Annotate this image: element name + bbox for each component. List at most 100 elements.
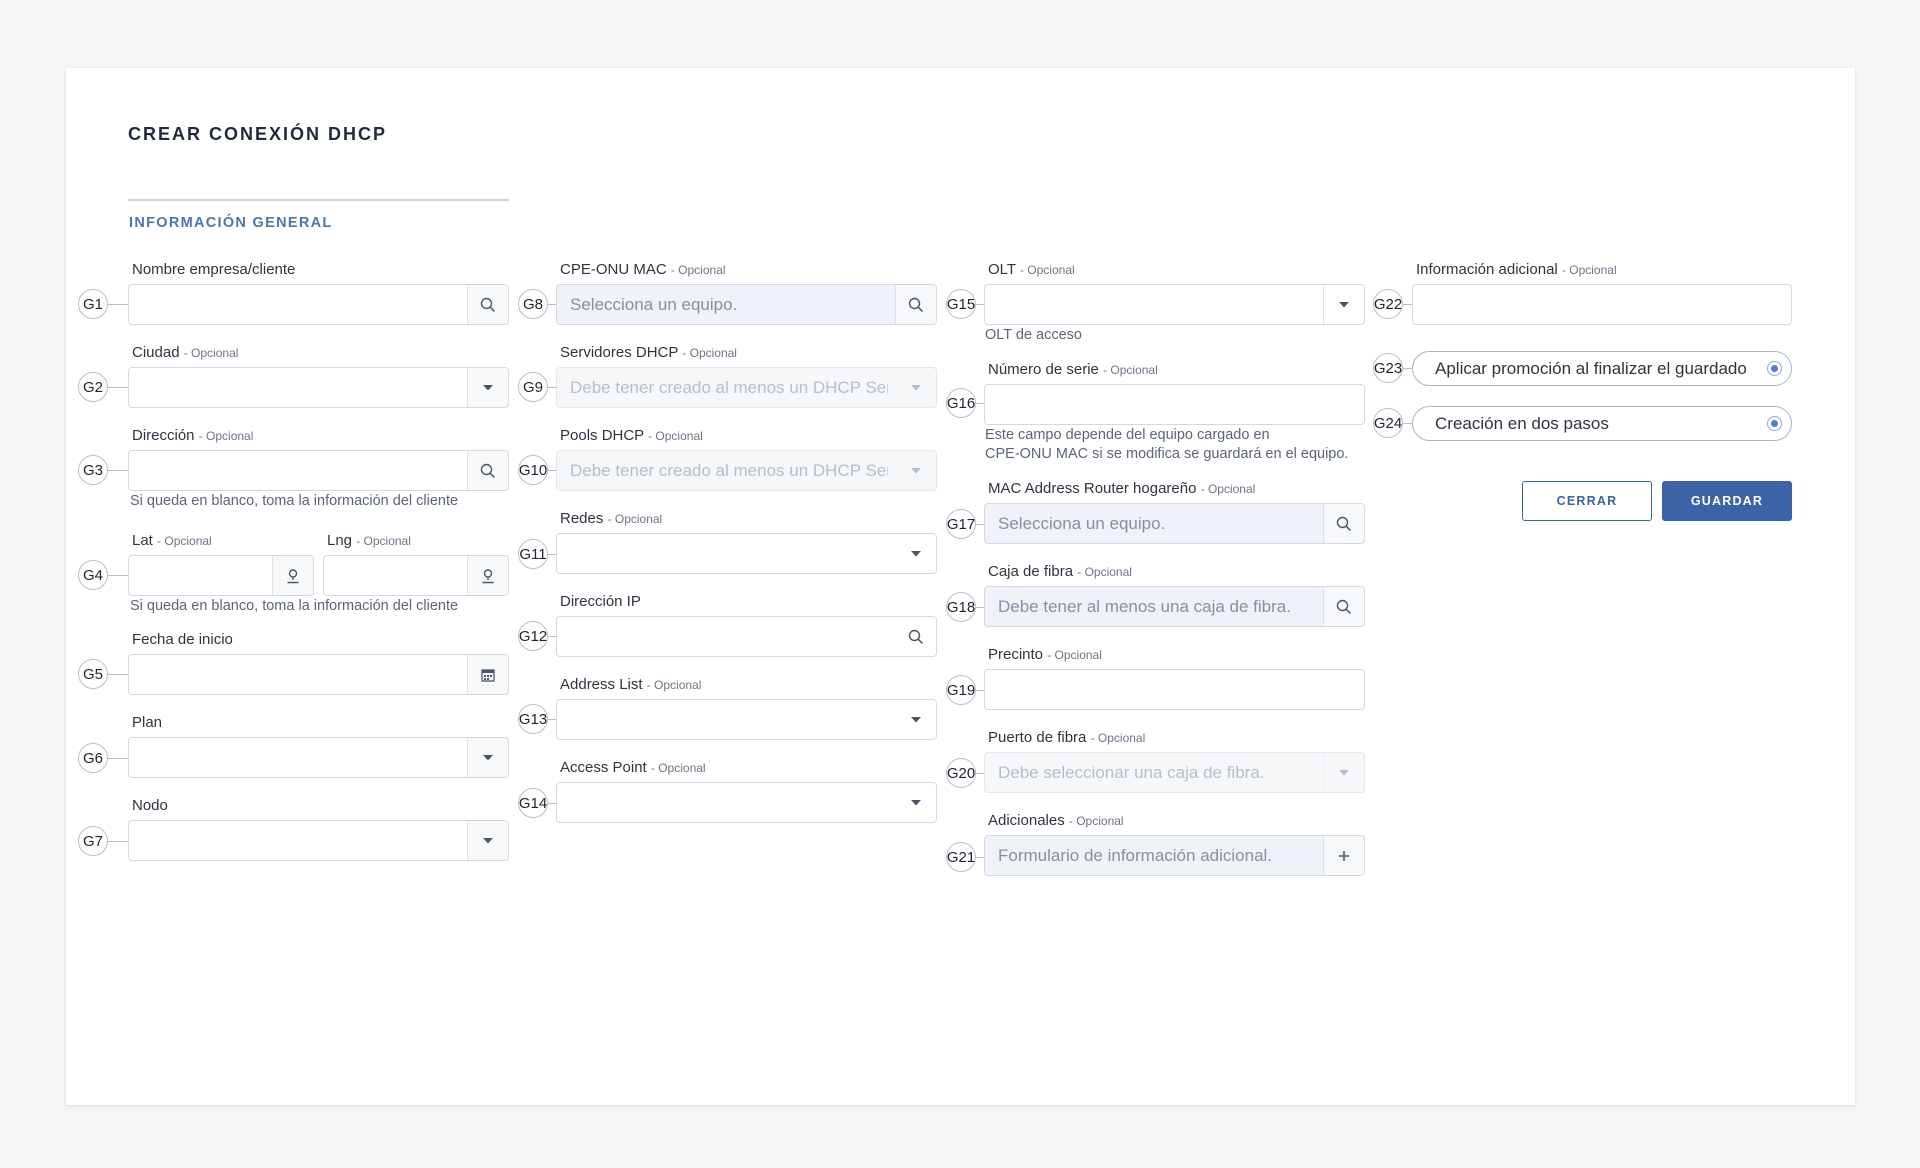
connector <box>976 857 984 858</box>
chevron-down-icon[interactable] <box>896 783 936 822</box>
chevron-down-icon[interactable] <box>896 534 936 573</box>
fiber-port-select[interactable]: Debe seleccionar una caja de fibra. <box>984 752 1365 793</box>
option-label: Creación en dos pasos <box>1435 413 1609 433</box>
g17-badge: G17 <box>946 509 976 539</box>
lng-field: Lng - Opcional Si queda en blanco, toma … <box>130 532 509 614</box>
g16-badge: G16 <box>946 388 976 418</box>
chevron-down-icon[interactable] <box>467 368 508 407</box>
chevron-down-icon[interactable] <box>467 821 508 860</box>
olt-select[interactable] <box>984 284 1365 325</box>
connector <box>548 719 556 720</box>
additional-info-field: Información adicional - Opcional <box>1412 261 1792 325</box>
dhcp-servers-field: Servidores DHCP - Opcional Debe tener cr… <box>556 344 937 408</box>
save-button[interactable]: GUARDAR <box>1662 481 1792 521</box>
search-icon[interactable] <box>1323 504 1364 543</box>
router-mac-input[interactable]: Selecciona un equipo. <box>984 503 1365 544</box>
placeholder: Debe seleccionar una caja de fibra. <box>998 762 1265 782</box>
additionals-field: Adicionales - Opcional Formulario de inf… <box>984 812 1365 876</box>
start-date-input[interactable] <box>128 654 509 695</box>
connector <box>548 636 556 637</box>
seal-input[interactable] <box>984 669 1365 710</box>
connector <box>108 841 128 842</box>
additional-info-input[interactable] <box>1412 284 1792 325</box>
placeholder: Debe tener al menos una caja de fibra. <box>998 596 1291 616</box>
serial-number-input[interactable] <box>984 384 1365 425</box>
two-step-creation-option[interactable]: Creación en dos pasos <box>1412 406 1792 441</box>
connector <box>976 304 984 305</box>
close-button[interactable]: CERRAR <box>1522 481 1652 521</box>
search-icon[interactable] <box>467 285 508 324</box>
address-input[interactable] <box>128 450 509 491</box>
connector <box>548 470 556 471</box>
field-label: Ciudad - Opcional <box>132 344 239 361</box>
lat-field: Lat - Opcional <box>128 532 314 596</box>
connector <box>976 690 984 691</box>
plus-icon[interactable] <box>1323 836 1364 875</box>
connector <box>976 403 984 404</box>
cpe-onu-mac-input[interactable]: Selecciona un equipo. <box>556 284 937 325</box>
node-select[interactable] <box>128 820 509 861</box>
g8-badge: G8 <box>518 289 548 319</box>
placeholder: Debe tener creado al menos un DHCP Serve… <box>570 460 888 480</box>
g14-badge: G14 <box>518 788 548 818</box>
client-name-field: Nombre empresa/cliente <box>128 261 509 325</box>
connector <box>108 387 128 388</box>
radio-selected-icon[interactable] <box>1767 361 1782 376</box>
networks-select[interactable] <box>556 533 937 574</box>
field-label: Adicionales - Opcional <box>988 812 1124 829</box>
apply-promotion-option[interactable]: Aplicar promoción al finalizar el guarda… <box>1412 351 1792 386</box>
chevron-down-icon[interactable] <box>1323 753 1364 792</box>
chevron-down-icon[interactable] <box>467 738 508 777</box>
client-name-input[interactable] <box>128 284 509 325</box>
plan-field: Plan <box>128 714 509 778</box>
map-pin-icon[interactable] <box>467 556 508 595</box>
address-field: Dirección - Opcional Si queda en blanco,… <box>128 427 509 509</box>
g5-badge: G5 <box>78 659 108 689</box>
seal-field: Precinto - Opcional <box>984 646 1365 710</box>
calendar-icon[interactable] <box>467 655 508 694</box>
section-title: INFORMACIÓN GENERAL <box>129 215 333 231</box>
fiber-port-field: Puerto de fibra - Opcional Debe seleccio… <box>984 729 1365 793</box>
access-point-select[interactable] <box>556 782 937 823</box>
lat-input[interactable] <box>128 555 314 596</box>
field-label: Precinto - Opcional <box>988 646 1102 663</box>
search-icon[interactable] <box>895 285 936 324</box>
router-mac-field: MAC Address Router hogareño - Opcional S… <box>984 480 1365 544</box>
g19-badge: G19 <box>946 675 976 705</box>
radio-selected-icon[interactable] <box>1767 416 1782 431</box>
search-icon[interactable] <box>896 617 936 656</box>
field-label: Lat - Opcional <box>132 532 212 549</box>
chevron-down-icon[interactable] <box>896 451 936 490</box>
g6-badge: G6 <box>78 743 108 773</box>
dhcp-servers-select[interactable]: Debe tener creado al menos un DHCP Serve… <box>556 367 937 408</box>
address-list-field: Address List - Opcional <box>556 676 937 740</box>
field-label: Nodo <box>132 797 168 814</box>
field-label: Address List - Opcional <box>560 676 702 693</box>
search-icon[interactable] <box>467 451 508 490</box>
search-icon[interactable] <box>1323 587 1364 626</box>
g12-badge: G12 <box>518 621 548 651</box>
dhcp-pools-select[interactable]: Debe tener creado al menos un DHCP Serve… <box>556 450 937 491</box>
fiber-box-input[interactable]: Debe tener al menos una caja de fibra. <box>984 586 1365 627</box>
ip-address-field: Dirección IP <box>556 593 937 657</box>
latlng-help: Si queda en blanco, toma la información … <box>130 598 459 614</box>
field-label: Redes - Opcional <box>560 510 663 527</box>
lng-input[interactable] <box>323 555 509 596</box>
field-label: Puerto de fibra - Opcional <box>988 729 1146 746</box>
field-label: Plan <box>132 714 163 731</box>
connector <box>976 773 984 774</box>
chevron-down-icon[interactable] <box>896 368 936 407</box>
ip-address-input[interactable] <box>556 616 937 657</box>
address-list-select[interactable] <box>556 699 937 740</box>
networks-field: Redes - Opcional <box>556 510 937 574</box>
field-label: CPE-ONU MAC - Opcional <box>560 261 726 278</box>
chevron-down-icon[interactable] <box>1323 285 1364 324</box>
city-field: Ciudad - Opcional <box>128 344 509 408</box>
city-select[interactable] <box>128 367 509 408</box>
plan-select[interactable] <box>128 737 509 778</box>
additionals-input[interactable]: Formulario de información adicional. <box>984 835 1365 876</box>
field-label: Información adicional - Opcional <box>1416 261 1617 278</box>
chevron-down-icon[interactable] <box>896 700 936 739</box>
dhcp-pools-field: Pools DHCP - Opcional Debe tener creado … <box>556 427 937 491</box>
map-pin-icon[interactable] <box>272 556 313 595</box>
